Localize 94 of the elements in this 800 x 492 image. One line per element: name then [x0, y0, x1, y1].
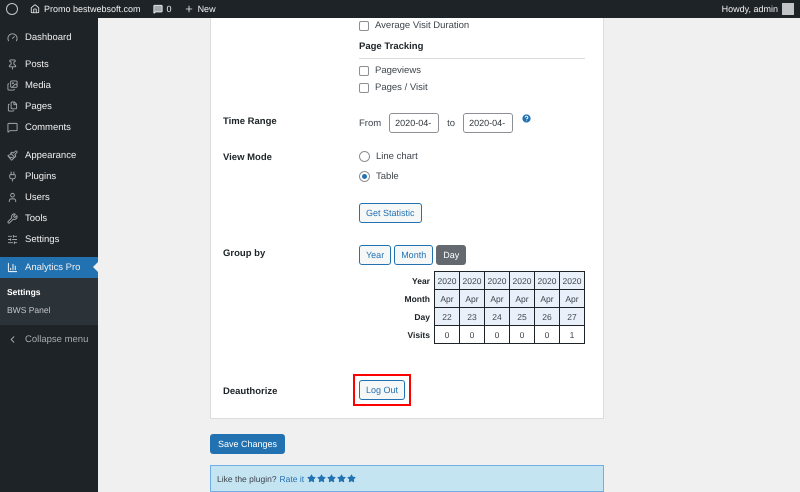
date-field[interactable]: 2020-04-	[389, 113, 440, 133]
menu-icon	[7, 171, 18, 182]
table-cell: 2020	[434, 272, 460, 290]
table-cell: 2020	[460, 272, 484, 290]
table-cell: 2020	[510, 272, 534, 290]
menu-icon	[7, 59, 18, 70]
table-cell: Apr	[534, 290, 560, 308]
notice-text: Like the plugin?	[217, 474, 277, 484]
field-label: Group by	[223, 247, 266, 261]
get-statistic-button[interactable]: Get Statistic	[359, 203, 422, 223]
row-header: Month	[335, 290, 434, 308]
table-cell: 22	[434, 308, 460, 326]
account-link[interactable]: Howdy, admin	[722, 3, 794, 15]
date-field[interactable]: 2020-04-	[463, 113, 514, 133]
star-icon	[317, 474, 326, 483]
site-link[interactable]: Promo bestwebsoft.com	[30, 4, 141, 14]
checkbox[interactable]	[359, 82, 369, 92]
menu-item[interactable]: Settings	[0, 229, 98, 250]
row-header: Day	[335, 308, 434, 326]
menu-item[interactable]: Tools	[0, 208, 98, 229]
menu-item[interactable]: Analytics Pro	[0, 257, 98, 278]
table-cell: 25	[510, 308, 534, 326]
field-label: Deauthorize	[223, 385, 278, 397]
checkbox-option[interactable]: Average Visit Duration	[359, 20, 585, 31]
table-cell: 27	[560, 308, 584, 326]
menu-item[interactable]: Pages	[0, 96, 98, 117]
menu-item[interactable]: Dashboard	[0, 27, 98, 48]
menu-icon	[7, 101, 18, 112]
menu-icon	[7, 213, 18, 224]
radio-option[interactable]: Table	[359, 171, 585, 182]
log-out-button[interactable]: Log Out	[359, 380, 406, 400]
table-cell: Apr	[484, 290, 510, 308]
plus-icon	[184, 4, 194, 14]
menu-icon	[7, 32, 18, 43]
menu-item[interactable]: Users	[0, 187, 98, 208]
table-cell: 2020	[534, 272, 560, 290]
star-icon	[307, 474, 316, 483]
menu-icon	[7, 80, 18, 91]
radio-button[interactable]	[359, 151, 370, 162]
table-cell: Apr	[460, 290, 484, 308]
group-tab[interactable]: Year	[359, 245, 392, 265]
menu-item[interactable]: Posts	[0, 54, 98, 75]
table-cell: 26	[534, 308, 560, 326]
table-cell: 0	[534, 326, 560, 344]
table-cell: Apr	[434, 290, 460, 308]
rate-link[interactable]: Rate it	[280, 474, 304, 484]
home-icon	[30, 4, 40, 14]
save-changes-button[interactable]: Save Changes	[210, 434, 286, 454]
comment-icon	[152, 4, 163, 14]
menu-item[interactable]: Media	[0, 75, 98, 96]
row-header: Visits	[335, 326, 434, 344]
table-cell: 24	[484, 308, 510, 326]
menu-icon	[7, 150, 18, 161]
star-icon	[347, 474, 356, 483]
radio-button[interactable]	[359, 171, 370, 182]
table-cell: 0	[460, 326, 484, 344]
menu-icon	[7, 192, 18, 203]
submenu-item[interactable]: Settings	[0, 283, 98, 301]
table-cell: 1	[560, 326, 584, 344]
group-tab[interactable]: Day	[436, 245, 466, 265]
checkbox[interactable]	[359, 66, 369, 76]
to-label: to	[447, 118, 456, 128]
table-cell: 0	[510, 326, 534, 344]
group-tab[interactable]: Month	[394, 245, 434, 265]
submenu-item[interactable]: BWS Panel	[0, 301, 98, 319]
comments-link[interactable]: 0	[152, 4, 172, 14]
table-cell: 0	[484, 326, 510, 344]
menu-item[interactable]: Comments	[0, 117, 98, 138]
help-icon[interactable]	[521, 113, 532, 124]
checkbox[interactable]	[359, 20, 369, 30]
field-label: Time Range	[223, 115, 278, 129]
avatar-icon	[782, 3, 794, 15]
menu-item[interactable]: Plugins	[0, 166, 98, 187]
row-header: Year	[335, 272, 434, 290]
menu-item[interactable]: Appearance	[0, 145, 98, 166]
star-icon	[327, 474, 336, 483]
radio-option[interactable]: Line chart	[359, 151, 585, 162]
menu-icon	[7, 234, 18, 245]
table-cell: Apr	[510, 290, 534, 308]
checkbox-option[interactable]: Pages / Visit	[359, 82, 585, 93]
checkbox-option[interactable]: Pageviews	[359, 65, 585, 76]
menu-icon	[7, 262, 18, 273]
table-cell: 2020	[560, 272, 584, 290]
collapse-menu[interactable]: Collapse menu	[0, 329, 98, 350]
section-title: Page Tracking	[359, 37, 585, 59]
from-label: From	[359, 118, 382, 128]
table-cell: 23	[460, 308, 484, 326]
table-cell: 2020	[484, 272, 510, 290]
menu-icon	[7, 122, 18, 133]
field-label: View Mode	[223, 151, 273, 165]
new-link[interactable]: New	[184, 4, 216, 14]
star-icon	[337, 474, 346, 483]
table-cell: 0	[434, 326, 460, 344]
table-cell: Apr	[560, 290, 584, 308]
